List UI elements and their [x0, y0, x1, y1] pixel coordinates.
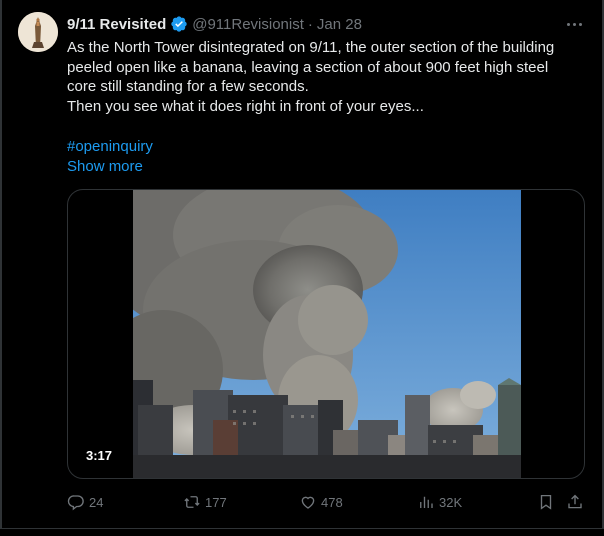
tweet-header: 9/11 Revisited @911Revisionist · Jan 28: [67, 14, 362, 34]
view-count: 32K: [439, 494, 463, 510]
tweet-text: As the North Tower disintegrated on 9/11…: [67, 38, 567, 116]
video-thumbnail-image: [133, 190, 521, 478]
avatar-tower-icon: [18, 12, 58, 52]
author-name[interactable]: 9/11 Revisited: [67, 16, 166, 33]
hashtag-link[interactable]: #openinquiry: [67, 138, 153, 155]
share-button[interactable]: [566, 490, 584, 514]
reply-count: 24: [89, 494, 104, 510]
views-chart-icon: [420, 496, 433, 508]
action-bar: 24 177 478 32K: [67, 490, 585, 514]
like-button[interactable]: 478: [299, 490, 343, 514]
bookmark-button[interactable]: [537, 490, 555, 514]
like-count: 478: [321, 494, 343, 510]
repost-count: 177: [205, 494, 227, 510]
reply-button[interactable]: 24: [67, 490, 103, 514]
verified-badge-icon: [171, 16, 187, 32]
header-separator: ·: [307, 15, 313, 33]
author-handle[interactable]: @911Revisionist: [192, 16, 304, 33]
show-more-link[interactable]: Show more: [67, 158, 143, 175]
repost-icon: [184, 496, 200, 508]
bookmark-icon: [540, 494, 552, 510]
tweet-divider: [0, 528, 604, 536]
tweet-text-line: As the North Tower disintegrated on 9/11…: [67, 39, 555, 95]
heart-icon: [301, 496, 315, 509]
tweet[interactable]: 9/11 Revisited @911Revisionist · Jan 28 …: [0, 0, 604, 528]
reply-icon: [67, 495, 84, 511]
video-player[interactable]: 3:17: [67, 189, 585, 479]
repost-button[interactable]: 177: [183, 490, 227, 514]
avatar[interactable]: [18, 12, 58, 52]
tweet-text-line: Then you see what it does right in front…: [67, 97, 424, 115]
more-dots-icon[interactable]: [562, 12, 586, 36]
video-duration-badge: 3:17: [80, 446, 119, 465]
tweet-date[interactable]: Jan 28: [317, 16, 362, 33]
video-frame: [133, 190, 521, 478]
share-icon: [568, 494, 582, 509]
views-button[interactable]: 32K: [417, 490, 462, 514]
